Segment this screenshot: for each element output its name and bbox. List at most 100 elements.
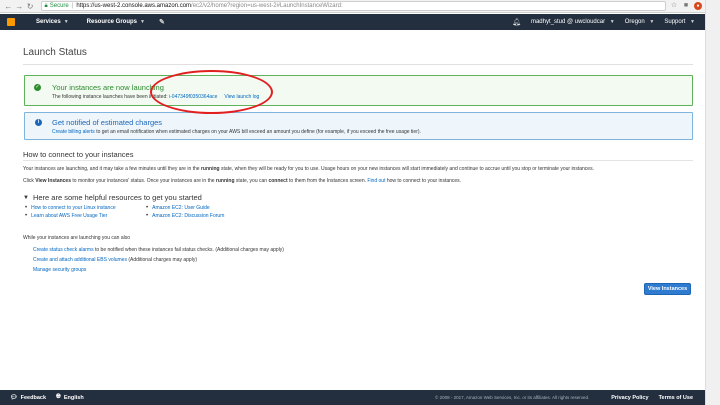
billing-info-alert: i Get notified of estimated charges Crea… bbox=[24, 112, 693, 140]
browser-toolbar: ← → ↻ 🔒︎ Secure | https://us-west-2.cons… bbox=[0, 0, 705, 13]
pin-icon[interactable]: ✎ bbox=[159, 18, 165, 26]
connect-paragraph-1: Your instances are launching, and it may… bbox=[23, 166, 594, 172]
bell-icon[interactable]: 🔔︎ bbox=[512, 18, 521, 26]
connect-paragraph-2: Click View Instances to monitor your ins… bbox=[23, 178, 461, 184]
resource-link-forum[interactable]: Amazon EC2: Discussion Forum bbox=[152, 213, 224, 219]
create-status-check-alarms-link[interactable]: Create status check alarms bbox=[33, 247, 94, 253]
account-label: madhyt_stud @ uwcloudcar bbox=[530, 19, 606, 25]
resources-toggle[interactable]: ▼ Here are some helpful resources to get… bbox=[23, 193, 202, 202]
extension-icon[interactable]: ■ bbox=[682, 2, 690, 10]
url-host: https://us-west-2.console.aws.amazon.com bbox=[76, 3, 192, 9]
view-instances-button[interactable]: View Instances bbox=[644, 283, 691, 295]
check-circle-icon: ✓ bbox=[34, 84, 41, 91]
find-out-link[interactable]: Find out bbox=[367, 178, 385, 184]
services-menu[interactable]: Services ▼ bbox=[36, 19, 69, 25]
connect-p2-bold-1: View Instances bbox=[35, 178, 71, 184]
success-alert: ✓ Your instances are now launching The f… bbox=[24, 75, 693, 106]
success-text: The following instance launches have bee… bbox=[52, 94, 168, 100]
console-footer: 💬︎ Feedback 🌐︎ English © 2008 - 2017, Am… bbox=[0, 390, 705, 405]
footer-right: © 2008 - 2017, Amazon Web Services, Inc.… bbox=[435, 395, 705, 401]
speech-bubble-icon: 💬︎ bbox=[10, 395, 18, 401]
extension-red-icon[interactable]: ● bbox=[694, 2, 702, 10]
connect-heading: How to connect to your instances bbox=[23, 150, 134, 159]
bullet-icon: • bbox=[25, 213, 28, 219]
title-divider bbox=[23, 64, 693, 65]
support-label: Support bbox=[664, 19, 686, 25]
resources-heading: Here are some helpful resources to get y… bbox=[32, 193, 202, 202]
connect-p2-text-d: to them from the Instances screen. bbox=[289, 178, 366, 184]
region-label: Oregon bbox=[624, 19, 645, 25]
feedback-button[interactable]: 💬︎ Feedback bbox=[10, 394, 46, 402]
connect-p1-text-b: state, when they will be ready for you t… bbox=[220, 166, 594, 172]
connect-p1-text-a: Your instances are launching, and it may… bbox=[23, 166, 200, 172]
forward-icon[interactable]: → bbox=[15, 2, 24, 11]
success-message: The following instance launches have bee… bbox=[52, 94, 259, 100]
chevron-down-icon: ▼ bbox=[690, 19, 695, 25]
resource-link-free-tier[interactable]: Learn about AWS Free Usage Tier bbox=[31, 213, 107, 219]
terms-of-use-link[interactable]: Terms of Use bbox=[659, 395, 693, 401]
create-billing-alerts-link[interactable]: Create billing alerts bbox=[52, 129, 95, 135]
region-menu[interactable]: Oregon ▼ bbox=[625, 19, 655, 25]
view-launch-log-link[interactable]: View launch log bbox=[224, 94, 259, 100]
info-message: Create billing alerts to get an email no… bbox=[52, 129, 421, 135]
chevron-down-icon: ▼ bbox=[63, 19, 69, 25]
connect-p1-bold: running bbox=[200, 166, 220, 172]
also-item-status-alarms: Create status check alarms to be notifie… bbox=[33, 247, 284, 253]
connect-p2-text-e: how to connect to your instances. bbox=[386, 178, 462, 184]
list-item: • Learn about AWS Free Usage Tier bbox=[25, 212, 116, 220]
success-title: Your instances are now launching bbox=[52, 83, 164, 92]
bullet-icon: • bbox=[146, 205, 149, 211]
also-item1-text: to be notified when these instances fail… bbox=[94, 247, 284, 253]
caret-down-icon: ▼ bbox=[23, 194, 29, 201]
secure-label: Secure bbox=[49, 3, 69, 9]
url-path: /ec2/v2/home?region=us-west-2#LaunchInst… bbox=[191, 3, 343, 9]
services-label: Services bbox=[36, 19, 61, 25]
language-selector[interactable]: 🌐︎ English bbox=[56, 394, 84, 401]
also-item-security-groups: Manage security groups bbox=[33, 267, 86, 273]
feedback-label: Feedback bbox=[20, 394, 46, 401]
resource-link-user-guide[interactable]: Amazon EC2: User Guide bbox=[152, 205, 210, 211]
connect-p2-text-b: to monitor your instances' status. Once … bbox=[72, 178, 215, 184]
list-item: • Amazon EC2: Discussion Forum bbox=[146, 212, 224, 220]
connect-divider bbox=[23, 160, 693, 161]
resource-groups-label: Resource Groups bbox=[86, 19, 138, 25]
address-bar[interactable]: 🔒︎ Secure | https://us-west-2.console.aw… bbox=[40, 1, 666, 11]
chevron-down-icon: ▼ bbox=[649, 19, 655, 25]
support-menu[interactable]: Support ▼ bbox=[664, 19, 695, 25]
chevron-down-icon: ▼ bbox=[609, 19, 615, 25]
create-ebs-volumes-link[interactable]: Create and attach additional EBS volumes bbox=[33, 257, 127, 263]
copyright-text: © 2008 - 2017, Amazon Web Services, Inc.… bbox=[435, 395, 590, 400]
browser-actions: ☆ ■ ● bbox=[666, 2, 705, 10]
also-item2-text: (Additional charges may apply) bbox=[128, 257, 197, 263]
reload-icon[interactable]: ↻ bbox=[26, 2, 35, 11]
back-icon[interactable]: ← bbox=[4, 2, 13, 11]
connect-p2-bold-3: connect bbox=[268, 178, 288, 184]
instance-id-link[interactable]: i-047349f0350364ace bbox=[169, 94, 217, 100]
info-title: Get notified of estimated charges bbox=[52, 118, 163, 127]
resource-link-linux-connect[interactable]: How to connect to your Linux instance bbox=[31, 205, 116, 211]
also-intro: While your instances are launching you c… bbox=[23, 235, 131, 241]
info-icon: i bbox=[35, 119, 42, 126]
language-label: English bbox=[63, 394, 84, 401]
info-text: to get an email notification when estima… bbox=[96, 129, 421, 135]
bullet-icon: • bbox=[146, 213, 149, 219]
chevron-down-icon: ▼ bbox=[140, 19, 145, 25]
manage-security-groups-link[interactable]: Manage security groups bbox=[33, 267, 86, 273]
resources-column-1: • How to connect to your Linux instance •… bbox=[25, 204, 116, 220]
globe-icon: 🌐︎ bbox=[56, 394, 61, 400]
privacy-policy-link[interactable]: Privacy Policy bbox=[611, 395, 648, 401]
bullet-icon: • bbox=[25, 205, 28, 211]
resource-groups-menu[interactable]: Resource Groups ▼ bbox=[87, 19, 145, 25]
lock-icon: 🔒︎ bbox=[44, 2, 48, 9]
nav-right: 🔔︎ madhyt_stud @ uwcloudcar ▼ Oregon ▼ S… bbox=[502, 18, 705, 26]
also-item-ebs: Create and attach additional EBS volumes… bbox=[33, 257, 197, 263]
page-title: Launch Status bbox=[23, 47, 87, 58]
aws-logo-icon[interactable] bbox=[4, 14, 18, 30]
connect-p2-text-a: Click bbox=[23, 178, 34, 184]
account-menu[interactable]: madhyt_stud @ uwcloudcar ▼ bbox=[531, 19, 615, 25]
bookmark-star-icon[interactable]: ☆ bbox=[670, 2, 678, 10]
connect-p2-bold-2: running bbox=[215, 178, 235, 184]
address-separator: | bbox=[71, 3, 74, 9]
list-item: • Amazon EC2: User Guide bbox=[146, 204, 224, 212]
page-scrollbar[interactable] bbox=[705, 0, 720, 405]
